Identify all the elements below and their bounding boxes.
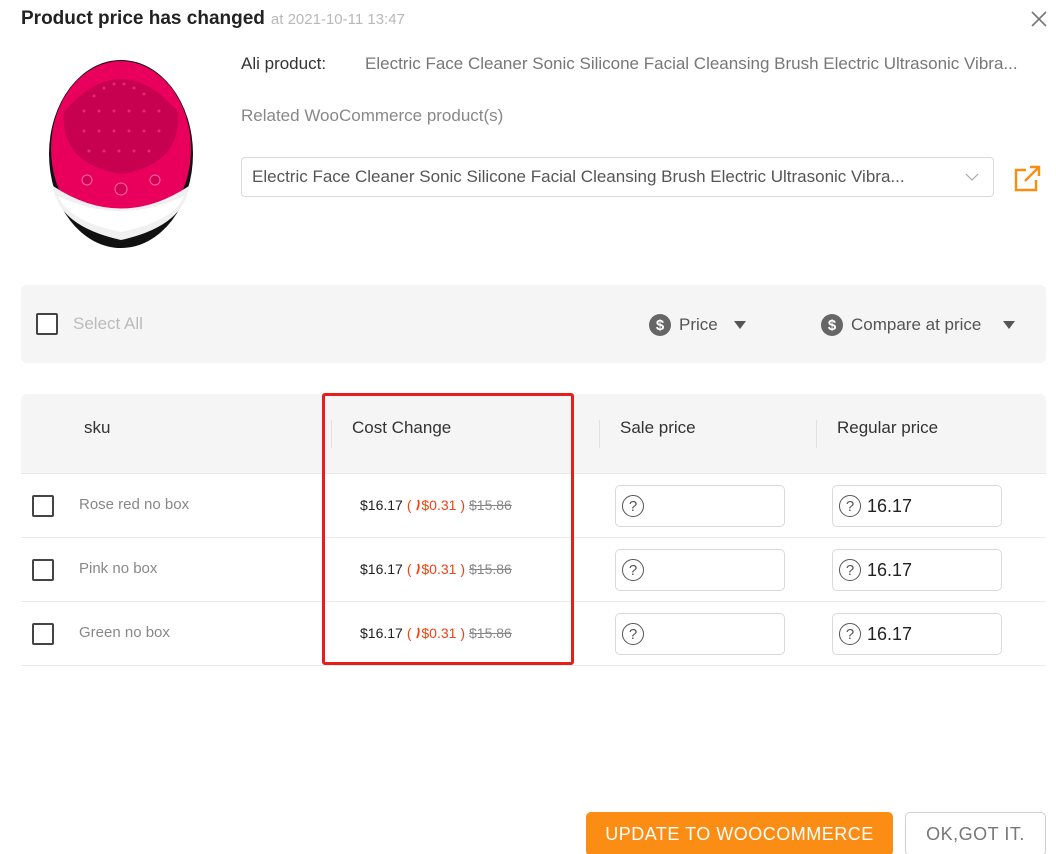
- new-cost: $16.17: [360, 561, 403, 577]
- caret-down-icon: [1003, 321, 1016, 329]
- compare-price-dropdown[interactable]: $ Compare at price: [821, 314, 1016, 336]
- question-circle-icon[interactable]: ?: [839, 559, 861, 581]
- old-cost: $15.86: [469, 561, 512, 577]
- compare-price-label: Compare at price: [851, 315, 982, 334]
- sale-price-input[interactable]: ?: [615, 549, 785, 591]
- dialog-header: Product price has changed at 2021-10-11 …: [21, 8, 405, 32]
- table-row: Pink no box $16.17( $0.31 ) $15.86 ? ? 16…: [21, 538, 1046, 602]
- external-link-icon[interactable]: [1012, 164, 1042, 194]
- old-cost: $15.86: [469, 497, 512, 513]
- dollar-circle-icon: $: [649, 314, 671, 336]
- paren-open: (: [406, 497, 412, 513]
- table-row: Rose red no box $16.17( $0.31 ) $15.86 ? …: [21, 474, 1046, 538]
- select-all-checkbox[interactable]: [36, 313, 58, 335]
- sku-name: Pink no box: [79, 560, 158, 577]
- cost-change-amount: $0.31: [421, 625, 457, 641]
- update-to-woocommerce-button[interactable]: UPDATE TO WOOCOMMERCE: [586, 812, 893, 854]
- row-checkbox[interactable]: [32, 623, 54, 645]
- paren-close: ): [460, 497, 465, 513]
- new-cost: $16.17: [360, 625, 403, 641]
- woocommerce-product-select[interactable]: Electric Face Cleaner Sonic Silicone Fac…: [241, 157, 994, 197]
- change-timestamp: at 2021-10-11 13:47: [270, 11, 405, 28]
- ali-product-label: Ali product:: [241, 54, 327, 73]
- sku-name: Green no box: [79, 624, 170, 641]
- cost-increase: ( $0.31 ): [407, 561, 465, 577]
- dollar-circle-icon: $: [821, 314, 843, 336]
- sale-price-input[interactable]: ?: [615, 485, 785, 527]
- regular-price-value: 16.17: [867, 495, 913, 516]
- face-cleansing-brush-image: [49, 60, 193, 248]
- question-circle-icon[interactable]: ?: [622, 559, 644, 581]
- ali-product-row: Ali product: Electric Face Cleaner Sonic…: [241, 54, 1045, 74]
- select-all-label: Select All: [73, 314, 143, 333]
- ok-got-it-button[interactable]: OK,GOT IT.: [905, 812, 1046, 854]
- cost-change-cell: $16.17( $0.31 ) $15.86: [360, 497, 512, 513]
- chevron-down-icon: [965, 173, 979, 181]
- question-circle-icon[interactable]: ?: [839, 495, 861, 517]
- new-cost: $16.17: [360, 497, 403, 513]
- cost-increase: ( $0.31 ): [407, 497, 465, 513]
- column-header-regular-price: Regular price: [837, 418, 939, 437]
- paren-close: ): [460, 625, 465, 641]
- column-divider: [816, 420, 817, 448]
- selected-product: Electric Face Cleaner Sonic Silicone Fac…: [252, 167, 905, 186]
- regular-price-value: 16.17: [867, 623, 913, 644]
- table-header: sku Cost Change Sale price Regular price: [21, 394, 1046, 474]
- regular-price-input[interactable]: ? 16.17: [832, 485, 1002, 527]
- caret-down-icon: [733, 321, 746, 329]
- sku-table: sku Cost Change Sale price Regular price…: [21, 394, 1046, 666]
- question-circle-icon[interactable]: ?: [622, 623, 644, 645]
- row-checkbox[interactable]: [32, 559, 54, 581]
- cost-change-amount: $0.31: [421, 561, 457, 577]
- question-circle-icon[interactable]: ?: [622, 495, 644, 517]
- cost-change-cell: $16.17( $0.31 ) $15.86: [360, 625, 512, 641]
- paren-open: (: [406, 561, 412, 577]
- related-products-label: Related WooCommerce product(s): [241, 106, 504, 125]
- table-row: Green no box $16.17( $0.31 ) $15.86 ? ? 1…: [21, 602, 1046, 666]
- paren-open: (: [406, 625, 412, 641]
- price-dropdown-label: Price: [679, 315, 718, 334]
- paren-close: ): [460, 561, 465, 577]
- select-all-toggle[interactable]: Select All: [36, 313, 143, 335]
- regular-price-value: 16.17: [867, 559, 913, 580]
- cost-change-cell: $16.17( $0.31 ) $15.86: [360, 561, 512, 577]
- regular-price-input[interactable]: ? 16.17: [832, 549, 1002, 591]
- bulk-toolbar: Select All $ Price $ Compare at price: [21, 285, 1046, 363]
- row-checkbox[interactable]: [32, 495, 54, 517]
- old-cost: $15.86: [469, 625, 512, 641]
- question-circle-icon[interactable]: ?: [839, 623, 861, 645]
- column-header-cost-change: Cost Change: [352, 418, 452, 437]
- ali-product-name: Electric Face Cleaner Sonic Silicone Fac…: [365, 54, 1018, 73]
- column-header-sale-price: Sale price: [620, 418, 696, 437]
- column-divider: [599, 420, 600, 448]
- cost-increase: ( $0.31 ): [407, 625, 465, 641]
- column-divider: [331, 420, 332, 448]
- regular-price-input[interactable]: ? 16.17: [832, 613, 1002, 655]
- dialog-title: Product price has changed: [21, 8, 265, 29]
- price-dropdown[interactable]: $ Price: [649, 314, 746, 336]
- cost-change-amount: $0.31: [421, 497, 457, 513]
- sale-price-input[interactable]: ?: [615, 613, 785, 655]
- column-header-sku: sku: [84, 418, 111, 437]
- sku-name: Rose red no box: [79, 496, 190, 513]
- close-icon[interactable]: [1030, 10, 1048, 28]
